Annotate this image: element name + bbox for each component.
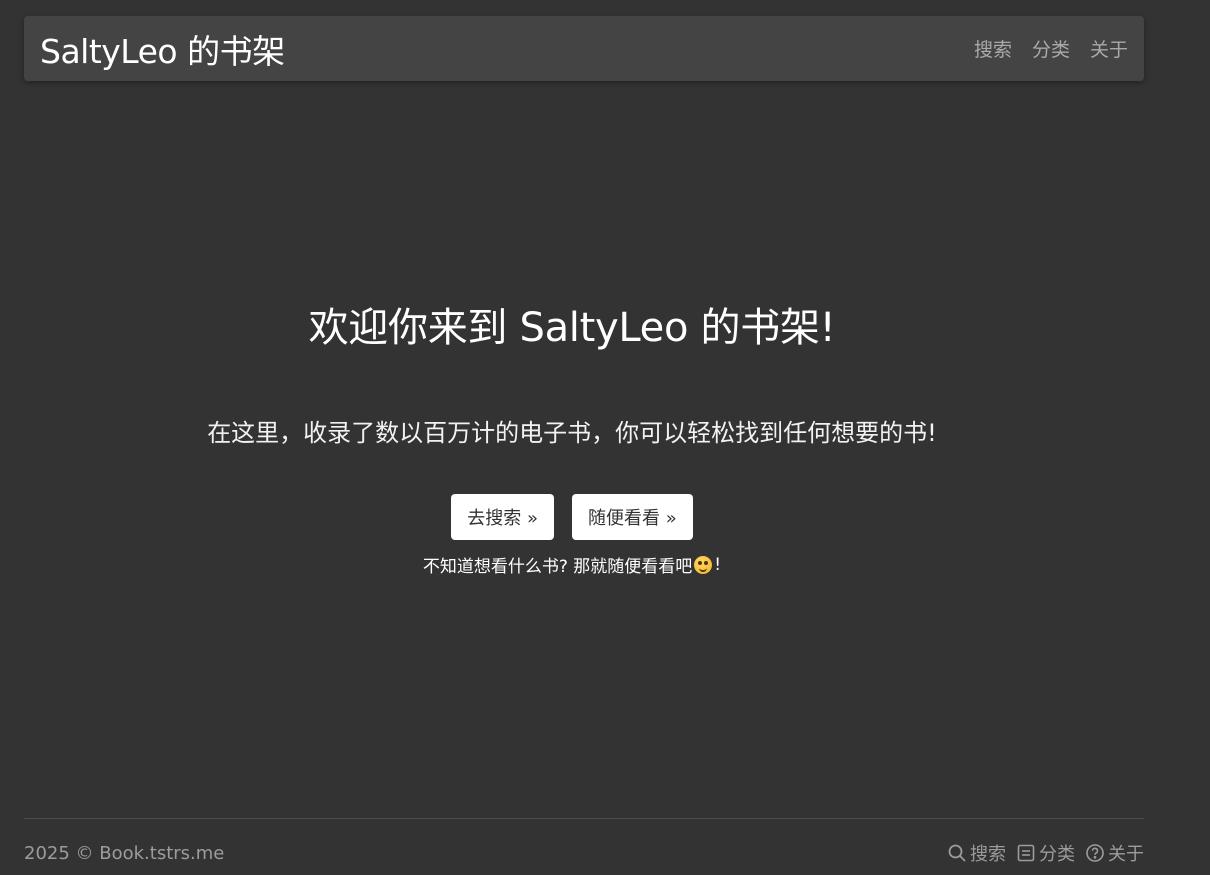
zany-face-icon (694, 555, 713, 574)
hint-text-end: ! (714, 554, 722, 575)
footer-link-about-label: 关于 (1108, 844, 1144, 865)
hero-title: 欢迎你来到 SaltyLeo 的书架! (308, 305, 836, 351)
hint-text: 不知道想看什么书? 那就随便看看吧 ! (0, 552, 1144, 578)
footer-copyright: 2025 © Book.tstrs.me (24, 842, 225, 864)
footer-link-categories[interactable]: 分类 (1016, 840, 1075, 866)
question-circle-icon (1086, 844, 1104, 862)
footer-link-categories-label: 分类 (1039, 844, 1075, 865)
hint-text-main: 不知道想看什么书? 那就随便看看吧 (422, 557, 693, 577)
go-search-button[interactable]: 去搜索 » (451, 494, 554, 540)
footer-link-search-label: 搜索 (970, 844, 1006, 865)
footer: 2025 © Book.tstrs.me 搜索 分类 关于 (24, 840, 1144, 866)
footer-link-search[interactable]: 搜索 (947, 840, 1006, 866)
nav-link-about[interactable]: 关于 (1090, 35, 1128, 62)
random-browse-button[interactable]: 随便看看 » (572, 494, 693, 540)
footer-link-about[interactable]: 关于 (1085, 840, 1144, 866)
list-icon (1017, 844, 1035, 862)
hero-lead-text: 在这里，收录了数以百万计的电子书，你可以轻松找到任何想要的书! (207, 419, 937, 447)
nav-links: 搜索 分类 关于 (974, 35, 1128, 62)
top-navbar: SaltyLeo 的书架 搜索 分类 关于 (24, 16, 1144, 81)
site-brand[interactable]: SaltyLeo 的书架 (40, 25, 285, 73)
footer-divider (24, 818, 1144, 819)
nav-link-categories[interactable]: 分类 (1032, 35, 1070, 62)
footer-links: 搜索 分类 关于 (947, 840, 1144, 866)
nav-link-search[interactable]: 搜索 (974, 35, 1012, 62)
hero-buttons: 去搜索 » 随便看看 » (0, 494, 1144, 540)
hero-section: 欢迎你来到 SaltyLeo 的书架! 在这里，收录了数以百万计的电子书，你可以… (0, 295, 1144, 577)
search-icon (948, 844, 966, 862)
